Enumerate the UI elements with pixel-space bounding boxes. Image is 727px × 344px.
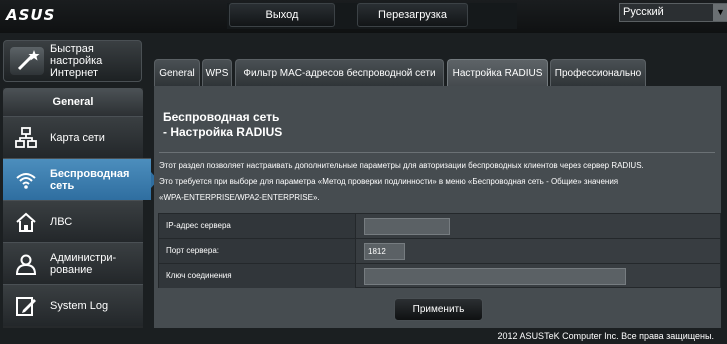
lan-home-icon <box>15 211 37 233</box>
connection-key-label: Ключ соединения <box>159 264 356 288</box>
logout-button[interactable]: Выход <box>229 3 335 27</box>
tab-general[interactable]: General <box>154 59 200 87</box>
sidebar-item-wireless[interactable]: Беспроводная сеть <box>3 158 158 200</box>
tab-mac-filter[interactable]: Фильтр MAC-адресов беспроводной сети <box>235 59 444 87</box>
title-divider <box>159 152 715 153</box>
form-row-connection-key: Ключ соединения <box>159 264 720 289</box>
sidebar-item-label: Администри-рование <box>50 252 117 276</box>
tab-professional[interactable]: Профессионально <box>550 59 646 87</box>
wireless-icon <box>15 169 37 191</box>
form-row-server-port: Порт сервера: <box>159 239 720 264</box>
magic-wand-icon <box>10 47 44 75</box>
copyright-footer: 2012 ASUSTeK Computer Inc. Все права защ… <box>497 331 714 341</box>
sidebar-item-administration[interactable]: Администри-рование <box>3 242 143 284</box>
sidebar-menu: General Карта сети Беспроводная сеть ЛВС… <box>3 88 158 328</box>
tab-radius-settings[interactable]: Настройка RADIUS <box>447 59 548 87</box>
admin-person-icon <box>15 253 37 275</box>
page-title: Беспроводная сеть - Настройка RADIUS <box>163 110 283 139</box>
radius-settings-form: IP-адрес сервера Порт сервера: Ключ соед… <box>158 213 721 288</box>
sidebar-item-label: Беспроводная сеть <box>50 168 130 192</box>
server-ip-label: IP-адрес сервера <box>159 214 356 238</box>
system-log-icon <box>15 295 37 317</box>
language-select-value: Русский <box>623 6 664 18</box>
sidebar-item-label: Карта сети <box>50 132 105 144</box>
sidebar-item-label: System Log <box>50 300 109 312</box>
server-port-input[interactable] <box>364 243 405 260</box>
server-ip-input[interactable] <box>364 218 450 235</box>
sidebar-item-system-log[interactable]: System Log <box>3 284 143 326</box>
quick-internet-setup-button[interactable]: Быстрая настройка Интернет <box>3 40 142 82</box>
connection-key-input[interactable] <box>364 268 626 285</box>
form-row-server-ip: IP-адрес сервера <box>159 214 720 239</box>
sidebar-item-label: ЛВС <box>50 216 73 228</box>
language-select[interactable]: Русский ▼ <box>619 3 727 22</box>
content-panel: Беспроводная сеть - Настройка RADIUS Это… <box>154 86 721 328</box>
server-port-label: Порт сервера: <box>159 239 356 263</box>
reboot-button[interactable]: Перезагрузка <box>357 3 468 27</box>
top-bar: ASUS Выход Перезагрузка Русский ▼ <box>0 0 727 33</box>
quick-setup-label: Быстрая настройка Интернет <box>50 43 103 79</box>
chevron-down-icon[interactable]: ▼ <box>713 4 727 21</box>
apply-button[interactable]: Применить <box>394 298 483 321</box>
sidebar-section-title: General <box>3 88 143 116</box>
network-map-icon <box>15 127 37 149</box>
page-description: Этот раздел позволяет настраивать дополн… <box>159 161 644 202</box>
tab-wps[interactable]: WPS <box>202 59 232 87</box>
sidebar-item-network-map[interactable]: Карта сети <box>3 116 143 158</box>
asus-logo: ASUS <box>6 6 56 24</box>
sidebar-item-lan[interactable]: ЛВС <box>3 200 143 242</box>
